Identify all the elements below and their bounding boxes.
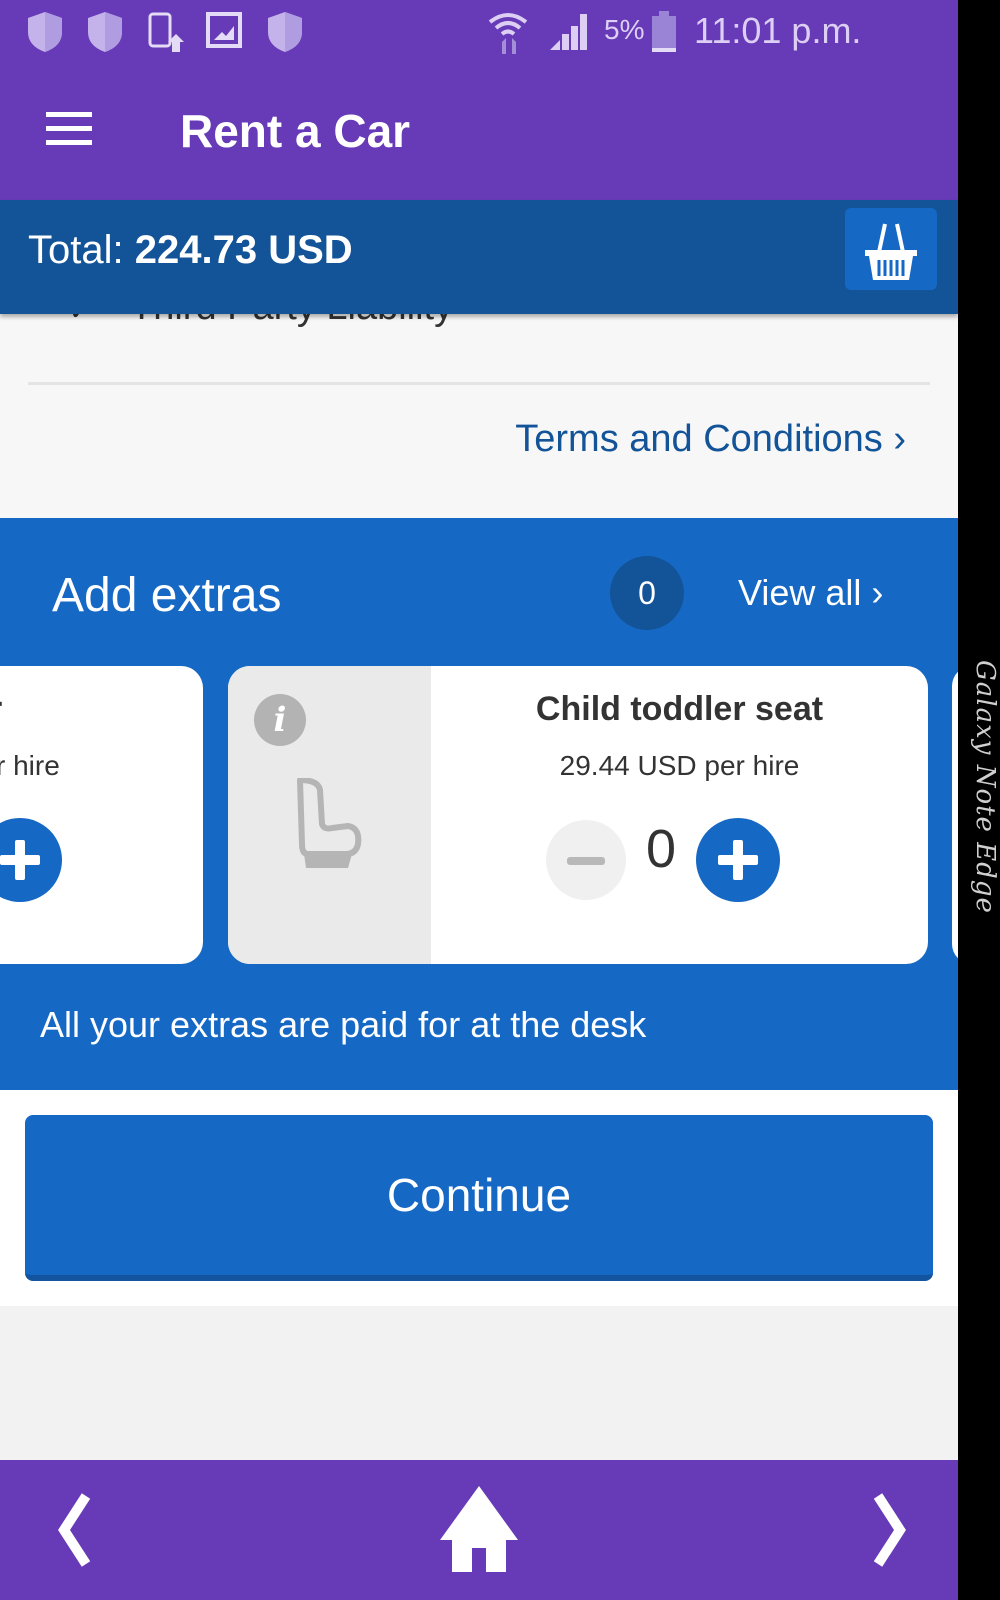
extras-section: Add extras 0 View all › Driver r hire i … xyxy=(0,518,958,1090)
chevron-right-icon xyxy=(873,1493,906,1567)
shield-icon xyxy=(268,12,302,52)
view-all-link[interactable]: View all › xyxy=(738,572,883,614)
quantity-value: 0 xyxy=(645,819,677,879)
signal-icon xyxy=(550,14,587,50)
hamburger-menu-icon[interactable] xyxy=(44,112,94,152)
chevron-right-icon: › xyxy=(893,418,906,460)
clock: 11:01 p.m. xyxy=(694,10,862,51)
insurance-section: ✔Third Party Liability Terms and Conditi… xyxy=(0,286,958,518)
extra-name: Child toddler seat xyxy=(535,690,824,728)
device-edge-label: Galaxy Note Edge xyxy=(970,660,1000,914)
battery-percent: 5% xyxy=(604,14,645,45)
battery-icon xyxy=(652,11,676,52)
status-bar: 5% 11:01 p.m. xyxy=(0,0,958,66)
extra-card-child-toddler-seat: i Child toddler seat 29.44 USD per hire … xyxy=(228,666,928,964)
continue-container: Continue xyxy=(0,1090,958,1306)
extra-name: Driver xyxy=(0,690,2,729)
chevron-right-icon: › xyxy=(871,572,884,613)
home-icon xyxy=(440,1486,518,1572)
extra-image: i xyxy=(228,666,431,964)
gallery-icon xyxy=(206,12,242,48)
extra-card-driver: Driver r hire xyxy=(0,666,203,964)
app-screen: 5% 11:01 p.m. Rent a Car Total: 224.73 U… xyxy=(0,0,958,1600)
increment-button[interactable] xyxy=(696,818,780,902)
total-label: Total: xyxy=(28,228,124,272)
chevron-left-icon xyxy=(58,1493,91,1567)
extra-price: 29.44 USD per hire xyxy=(559,750,800,781)
child-seat-icon xyxy=(297,778,362,868)
app-bar: Rent a Car xyxy=(0,66,958,200)
terms-and-conditions-link[interactable]: Terms and Conditions › xyxy=(515,418,906,461)
app-title: Rent a Car xyxy=(180,105,411,157)
basket-icon xyxy=(865,223,917,280)
divider xyxy=(28,382,930,385)
total-value: 224.73 USD xyxy=(134,228,353,272)
phone-update-icon xyxy=(148,12,184,52)
extra-price: r hire xyxy=(0,750,60,781)
increment-button[interactable] xyxy=(0,818,62,902)
back-button[interactable] xyxy=(20,1480,130,1580)
extras-payment-note: All your extras are paid for at the desk xyxy=(40,1004,647,1045)
continue-button[interactable]: Continue xyxy=(25,1115,933,1281)
decrement-button[interactable] xyxy=(546,820,626,900)
extras-count-badge: 0 xyxy=(610,556,684,630)
forward-button[interactable] xyxy=(834,1480,944,1580)
home-button[interactable] xyxy=(424,1480,534,1580)
shield-icon xyxy=(28,12,62,52)
total-amount: Total: 224.73 USD xyxy=(28,228,353,273)
quantity-stepper: 0 xyxy=(546,818,786,902)
extras-title: Add extras xyxy=(52,569,282,622)
shield-icon xyxy=(88,12,122,52)
bottom-navigation xyxy=(0,1460,958,1600)
wifi-icon xyxy=(488,13,528,54)
basket-button[interactable] xyxy=(845,208,937,290)
total-bar: Total: 224.73 USD xyxy=(0,200,958,314)
info-icon[interactable]: i xyxy=(254,694,306,746)
